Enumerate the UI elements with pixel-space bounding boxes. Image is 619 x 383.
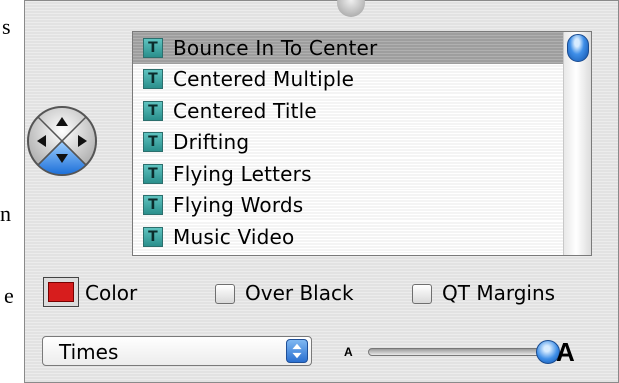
list-item-label: Flying Words <box>173 193 304 218</box>
doc-margin-char: e <box>4 283 14 308</box>
size-slider-track[interactable] <box>368 348 548 356</box>
list-item[interactable]: T Flying Words <box>133 189 563 221</box>
size-large-icon: A <box>556 337 575 367</box>
title-t-icon: T <box>143 69 163 90</box>
title-t-icon: T <box>143 100 163 121</box>
list-item-label: Centered Title <box>173 98 317 123</box>
list-item[interactable]: T Centered Title <box>133 95 563 127</box>
list-item[interactable]: T Drifting <box>133 126 563 158</box>
list-item[interactable]: T Music Video <box>133 221 563 253</box>
list-item-label: Bounce In To Center <box>173 35 378 60</box>
top-knob-icon <box>337 0 365 17</box>
titles-list[interactable]: T Bounce In To Center T Centered Multiple T C… <box>132 31 592 256</box>
over-black-checkbox[interactable] <box>215 284 235 304</box>
list-scrollbar[interactable] <box>563 32 591 255</box>
list-item[interactable]: T Centered Multiple <box>133 63 563 95</box>
qt-margins-label: QT Margins <box>442 281 556 305</box>
list-item-label: Music Video <box>173 224 295 249</box>
scroll-thumb[interactable] <box>567 34 589 62</box>
list-item-label: Centered Multiple <box>173 67 355 92</box>
list-item[interactable]: T Flying Letters <box>133 158 563 190</box>
font-select-value: Times <box>59 340 119 364</box>
title-t-icon: T <box>143 37 163 58</box>
font-select[interactable]: Times <box>42 336 312 366</box>
title-t-icon: T <box>143 226 163 247</box>
over-black-label: Over Black <box>245 281 354 305</box>
color-label: Color <box>85 281 138 305</box>
titles-list-rows: T Bounce In To Center T Centered Multiple T C… <box>133 32 563 253</box>
list-item[interactable]: T Bounce In To Center <box>133 32 563 64</box>
select-stepper-icon <box>286 339 308 363</box>
list-item-label: Drifting <box>173 130 250 155</box>
size-small-icon: A <box>344 345 353 359</box>
title-t-icon: T <box>143 195 163 216</box>
doc-margin-char: s <box>2 14 11 39</box>
title-t-icon: T <box>143 132 163 153</box>
direction-pad-icon[interactable] <box>26 100 98 182</box>
list-item-label: Flying Letters <box>173 161 312 186</box>
qt-margins-checkbox[interactable] <box>412 284 432 304</box>
title-t-icon: T <box>143 163 163 184</box>
color-swatch-fill <box>48 282 74 302</box>
color-swatch-button[interactable] <box>43 277 79 307</box>
doc-margin-char: n <box>0 201 11 226</box>
